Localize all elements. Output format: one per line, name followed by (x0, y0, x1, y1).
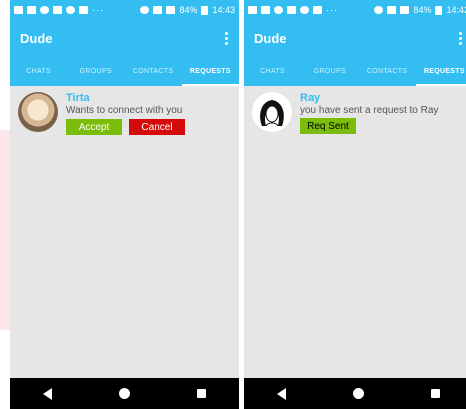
avatar-portrait-icon (260, 100, 284, 127)
notification-icon (287, 6, 296, 14)
avatar[interactable] (18, 92, 58, 132)
back-icon[interactable] (43, 387, 53, 400)
alarm-icon (374, 6, 384, 14)
request-message: Wants to connect with you (66, 105, 183, 116)
notification-icon (248, 6, 257, 14)
requester-name: Ray (300, 92, 321, 104)
overflow-menu-icon[interactable] (223, 32, 229, 45)
wifi-icon (153, 6, 163, 14)
avatar[interactable] (252, 92, 292, 132)
request-item: Tirta Wants to connect with you Accept C… (10, 86, 239, 141)
system-nav-bar (244, 378, 466, 409)
battery-icon (435, 5, 443, 15)
request-message: you have sent a request to Ray (300, 105, 439, 116)
tab-requests[interactable]: REQUESTS (181, 57, 239, 86)
tab-requests[interactable]: REQUESTS (415, 57, 466, 86)
home-icon[interactable] (118, 388, 130, 399)
request-actions: Accept Cancel (66, 119, 185, 135)
wifi-icon (387, 6, 397, 14)
notification-icon (27, 6, 36, 14)
request-info: Ray you have sent a request to Ray Req S… (300, 92, 438, 134)
tab-bar: CHATS GROUPS CONTACTS REQUESTS (244, 57, 466, 86)
cancel-button[interactable]: Cancel (129, 119, 185, 135)
back-icon[interactable] (277, 387, 287, 400)
signal-icon (400, 6, 410, 14)
tab-groups[interactable]: GROUPS (301, 57, 358, 86)
accept-button[interactable]: Accept (66, 119, 122, 135)
notification-icon (14, 6, 23, 14)
battery-icon (201, 5, 209, 15)
app-title: Dude (254, 31, 287, 46)
request-info: Tirta Wants to connect with you Accept C… (66, 92, 185, 135)
system-icons: 84% 14:43 (140, 5, 235, 15)
tab-chats[interactable]: CHATS (244, 57, 301, 86)
more-notifications-icon: ··· (92, 5, 104, 15)
signal-icon (166, 6, 176, 14)
notification-icon (53, 6, 62, 14)
battery-percent: 84% (179, 5, 198, 15)
clock: 14:42 (446, 5, 466, 15)
notification-icons: ··· (14, 5, 104, 15)
notification-icon (274, 6, 283, 14)
notification-icon (313, 6, 322, 14)
phone-screen-left: ··· 84% 14:43 Dude CHATS GROUPS CONTACTS… (10, 0, 239, 409)
notification-icon (300, 6, 309, 14)
app-bar: Dude (244, 20, 466, 57)
requester-name: Tirta (66, 92, 90, 104)
tab-groups[interactable]: GROUPS (67, 57, 124, 86)
app-bar: Dude (10, 20, 239, 57)
notification-icon (261, 6, 270, 14)
tab-contacts[interactable]: CONTACTS (125, 57, 182, 86)
system-nav-bar (10, 378, 239, 409)
notification-icons: ··· (248, 5, 338, 15)
clock: 14:43 (212, 5, 235, 15)
phone-screen-right: ··· 84% 14:42 Dude CHATS GROUPS CONTACTS… (244, 0, 466, 409)
more-notifications-icon: ··· (326, 5, 338, 15)
notification-icon (40, 6, 49, 14)
app-title: Dude (20, 31, 53, 46)
recents-icon[interactable] (196, 389, 206, 398)
recents-icon[interactable] (430, 389, 440, 398)
battery-percent: 84% (413, 5, 432, 15)
notification-icon (66, 6, 75, 14)
tab-chats[interactable]: CHATS (10, 57, 67, 86)
home-icon[interactable] (352, 388, 364, 399)
tab-contacts[interactable]: CONTACTS (359, 57, 416, 86)
notification-icon (79, 6, 88, 14)
tab-bar: CHATS GROUPS CONTACTS REQUESTS (10, 57, 239, 86)
status-bar: ··· 84% 14:42 (244, 0, 466, 20)
system-icons: 84% 14:42 (374, 5, 466, 15)
overflow-menu-icon[interactable] (457, 32, 463, 45)
status-bar: ··· 84% 14:43 (10, 0, 239, 20)
request-item: Ray you have sent a request to Ray Req S… (244, 86, 466, 140)
alarm-icon (140, 6, 150, 14)
background-sliver (0, 130, 10, 330)
req-sent-button[interactable]: Req Sent (300, 118, 356, 134)
